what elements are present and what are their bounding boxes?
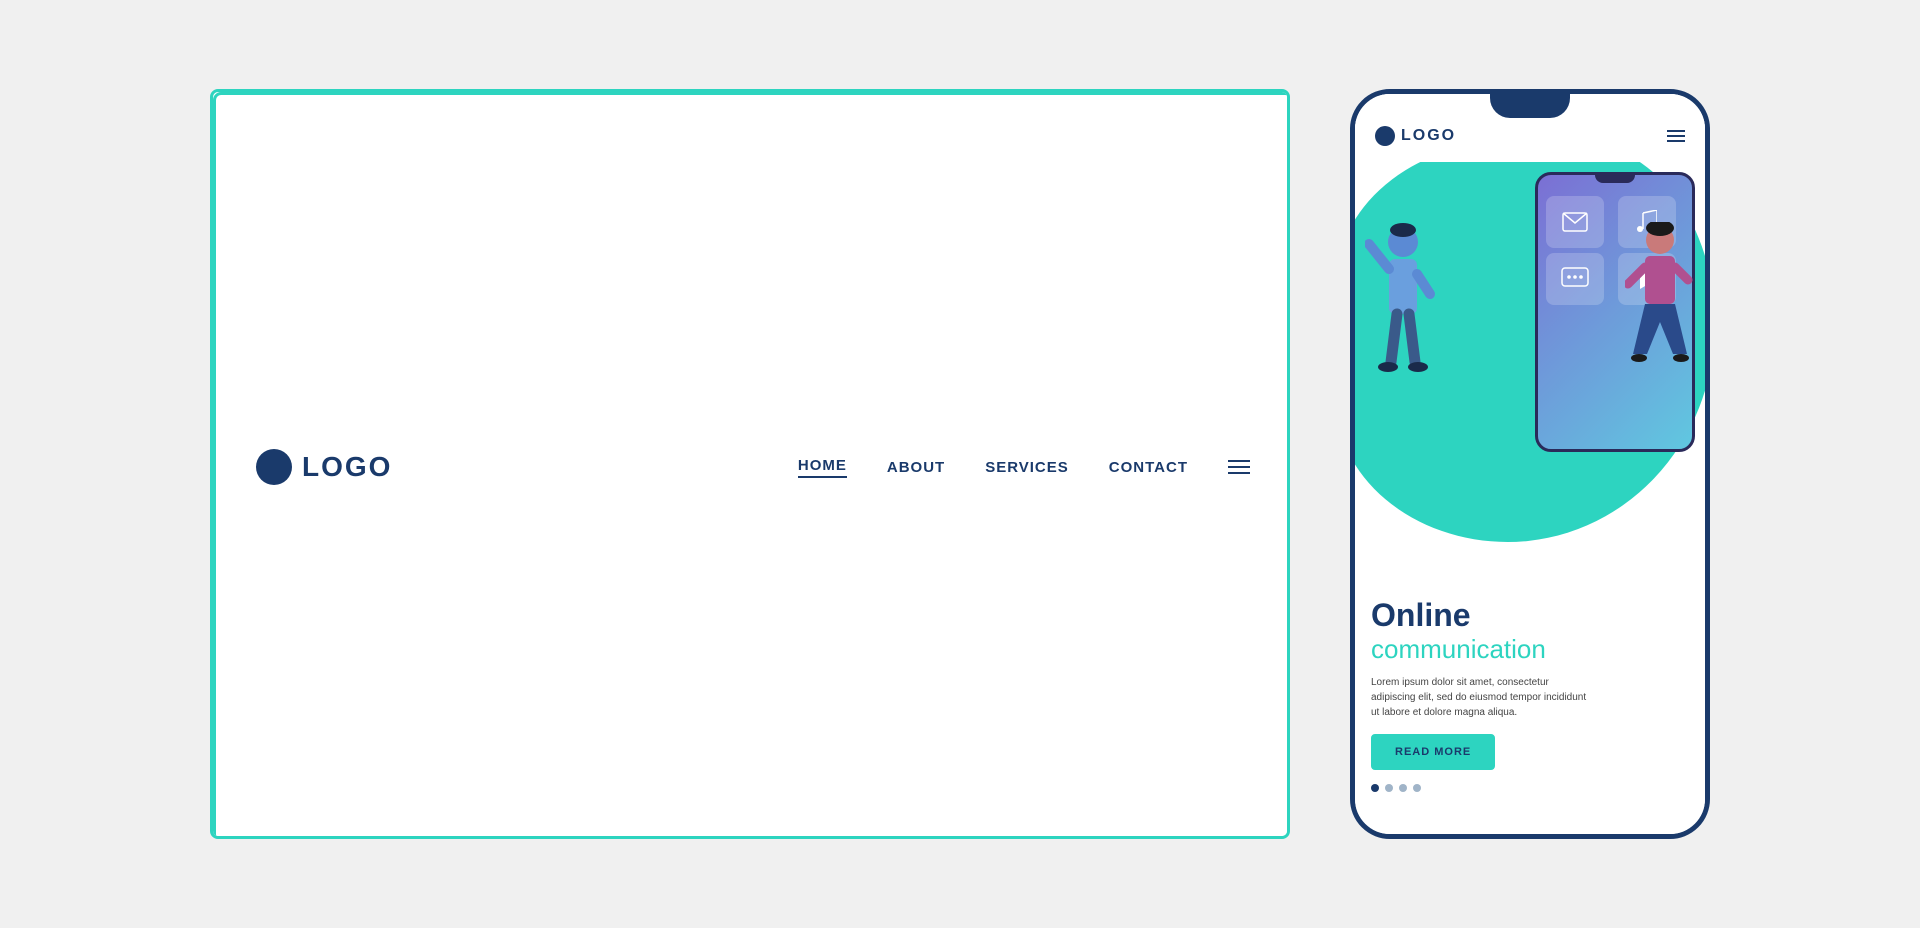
mobile-dot-2[interactable]	[1385, 784, 1393, 792]
desktop-mockup: LOGO HOME ABOUT SERVICES CONTACT Online …	[210, 89, 1290, 839]
mobile-hero-title1: Online	[1371, 597, 1591, 634]
mobile-hero-description: Lorem ipsum dolor sit amet, consectetur …	[1371, 675, 1591, 720]
mobile-logo-area: LOGO	[1375, 126, 1456, 146]
logo-dot-icon	[256, 449, 292, 485]
mobile-notch	[1490, 94, 1570, 118]
desktop-nav: HOME ABOUT SERVICES CONTACT	[798, 457, 1250, 478]
mobile-logo-dot-icon	[1375, 126, 1395, 146]
nav-home[interactable]: HOME	[798, 457, 847, 478]
mobile-dot-4[interactable]	[1413, 784, 1421, 792]
mobile-hero-title2: communication	[1371, 634, 1591, 665]
mobile-hamburger-icon[interactable]	[1667, 130, 1685, 142]
mobile-man-figure	[1365, 222, 1445, 382]
nav-contact[interactable]: CONTACT	[1109, 459, 1188, 476]
logo-area: LOGO	[256, 449, 392, 485]
nav-services[interactable]: SERVICES	[985, 459, 1069, 476]
mobile-hero-text: Online communication Lorem ipsum dolor s…	[1371, 597, 1591, 792]
mobile-content: LOGO	[1355, 94, 1705, 834]
mobile-read-more-button[interactable]: READ MORE	[1371, 734, 1495, 770]
nav-about[interactable]: ABOUT	[887, 459, 945, 476]
mobile-woman-figure	[1625, 222, 1695, 372]
mobile-dot-3[interactable]	[1399, 784, 1407, 792]
page-wrapper: LOGO HOME ABOUT SERVICES CONTACT Online …	[170, 49, 1750, 879]
mobile-dot-1[interactable]	[1371, 784, 1379, 792]
desktop-header: LOGO HOME ABOUT SERVICES CONTACT	[213, 92, 1290, 839]
hamburger-menu-icon[interactable]	[1228, 460, 1250, 474]
mobile-main: Online communication Lorem ipsum dolor s…	[1355, 162, 1705, 832]
mobile-mockup: LOGO	[1350, 89, 1710, 839]
mobile-chat-tile	[1546, 253, 1604, 305]
mobile-phone-notch	[1595, 175, 1635, 183]
logo-text: LOGO	[302, 451, 392, 483]
mobile-email-tile	[1546, 196, 1604, 248]
mobile-pagination-dots	[1371, 784, 1591, 792]
mobile-logo-text: LOGO	[1401, 127, 1456, 145]
